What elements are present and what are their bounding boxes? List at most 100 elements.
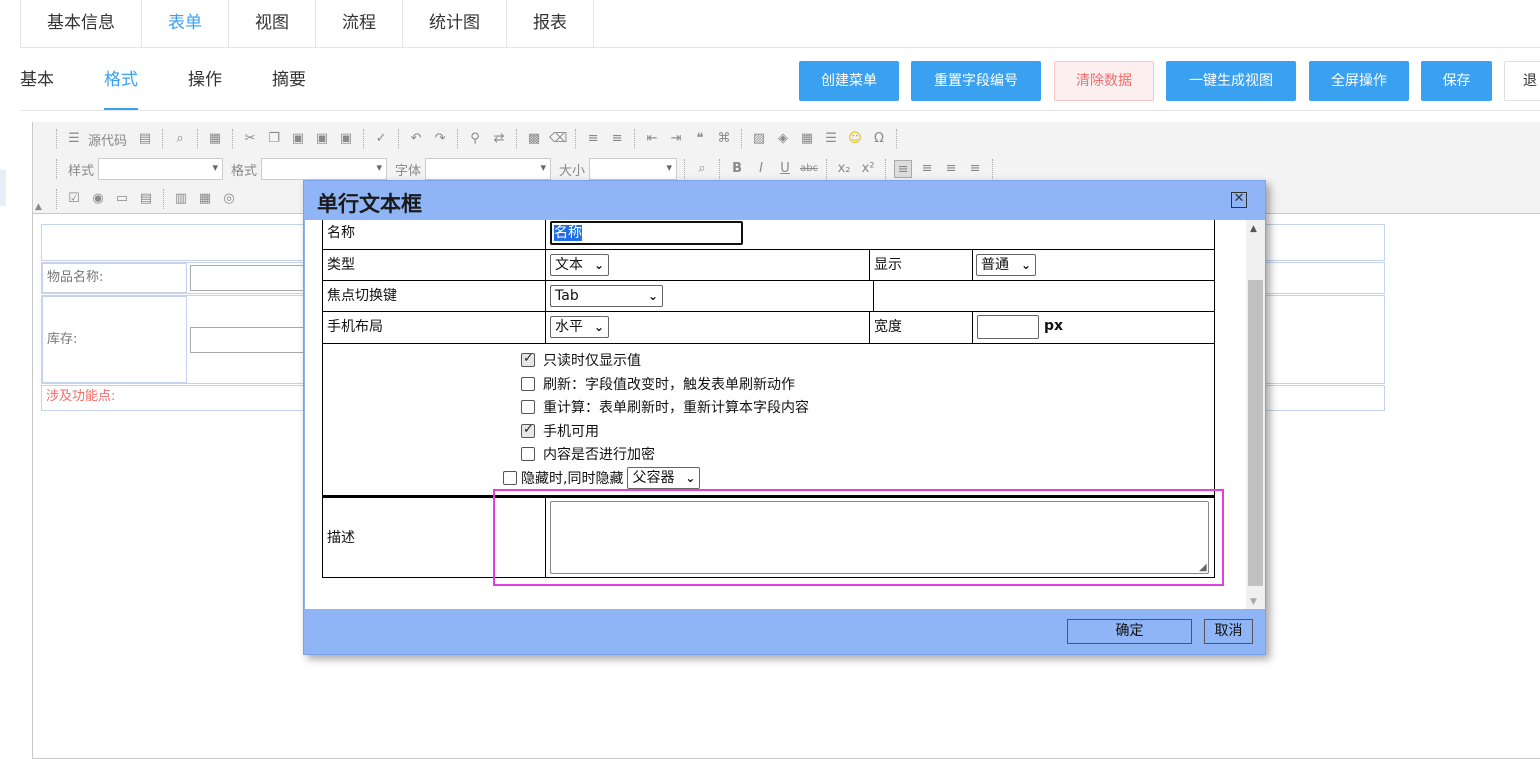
special-char-icon[interactable]: Ω [870,130,888,148]
width-input[interactable] [977,315,1039,339]
tab-report[interactable]: 报表 [506,0,594,48]
redo-icon[interactable]: ↷ [431,130,449,148]
source-code-icon[interactable]: ☰ [65,130,83,148]
option-hide-together[interactable]: 隐藏时,同时隐藏 父容器 ⌄ [503,467,701,489]
scroll-down-icon[interactable]: ▼ [1250,597,1257,607]
align-right-icon[interactable]: ≡ [942,160,960,178]
close-icon[interactable]: ✕ [1231,192,1247,208]
dialog-scrollbar[interactable]: ▲ ▼ [1246,220,1265,609]
spellcheck-icon[interactable]: ✓ [372,130,390,148]
size-label: 大小 [559,163,586,179]
div-container-icon[interactable]: ⌘ [715,130,733,148]
scroll-up-icon[interactable]: ▲ [1250,224,1257,234]
item-name-field[interactable] [190,265,310,291]
tab-chart[interactable]: 统计图 [402,0,507,48]
scrollbar-thumb[interactable] [1248,280,1263,586]
date-control-icon[interactable]: ▦ [196,190,214,208]
subtab-format[interactable]: 格式 [104,60,138,110]
eraser-icon[interactable]: ⌫ [549,130,567,148]
checkbox[interactable] [521,447,535,461]
style-select[interactable] [98,158,224,180]
strikethrough-icon[interactable]: abc [800,160,818,178]
option-readonly-display[interactable]: 只读时仅显示值 [521,349,641,371]
tab-form[interactable]: 表单 [141,0,229,48]
copy-icon[interactable]: ❐ [265,130,283,148]
focus-key-select[interactable]: Tab ⌄ [550,285,663,307]
size-select[interactable] [589,158,678,180]
paste-word-icon[interactable]: ▣ [337,130,355,148]
name-input[interactable]: 名称 [550,221,743,245]
bullet-list-icon[interactable]: ≡ [608,130,626,148]
generate-view-button[interactable]: 一键生成视图 [1166,61,1296,101]
exit-button[interactable]: 退 [1504,61,1540,101]
checkbox-control-icon[interactable]: ☑ [65,190,83,208]
list-control-icon[interactable]: ▥ [172,190,190,208]
display-select[interactable]: 普通 ⌄ [976,254,1036,276]
superscript-icon[interactable]: x² [859,160,877,178]
confirm-button[interactable]: 确定 [1067,619,1192,644]
image-icon[interactable]: ▨ [750,130,768,148]
mobile-layout-select[interactable]: 水平 ⌄ [550,316,609,338]
textarea-control-icon[interactable]: ▤ [137,190,155,208]
select-all-icon[interactable]: ▩ [525,130,543,148]
save-button[interactable]: 保存 [1421,61,1492,101]
source-code-button[interactable]: 源代码 [88,130,127,149]
option-encrypt[interactable]: 内容是否进行加密 [521,443,655,465]
macro-control-icon[interactable]: ◎ [220,190,238,208]
flash-icon[interactable]: ◈ [774,130,792,148]
toolbar-collapse-icon[interactable]: ▲ [35,202,42,212]
align-left-icon[interactable]: ≡ [894,160,913,178]
subscript-icon[interactable]: x₂ [835,160,853,178]
indent-icon[interactable]: ⇥ [667,130,685,148]
type-select[interactable]: 文本 ⌄ [550,254,609,276]
align-justify-icon[interactable]: ≡ [966,160,984,178]
create-menu-button[interactable]: 创建菜单 [799,61,899,101]
fullscreen-button[interactable]: 全屏操作 [1309,61,1409,101]
maximize-icon[interactable]: ⌕ [693,160,711,178]
preview-icon[interactable]: ⌕ [171,130,189,148]
find-icon[interactable]: ⚲ [466,130,484,148]
checkbox-checked[interactable] [521,422,535,438]
align-center-icon[interactable]: ≡ [918,160,936,178]
outdent-icon[interactable]: ⇤ [643,130,661,148]
font-select[interactable] [425,158,552,180]
replace-icon[interactable]: ⇄ [490,130,508,148]
tab-basic-info[interactable]: 基本信息 [20,0,142,48]
checkbox[interactable] [521,400,535,414]
smiley-icon[interactable]: ☺ [846,130,864,148]
bold-icon[interactable]: B [728,160,746,178]
textbox-control-icon[interactable]: ▭ [113,190,131,208]
subtab-operation[interactable]: 操作 [188,60,222,110]
checkbox[interactable] [521,377,535,391]
stock-field[interactable] [190,327,310,353]
cut-icon[interactable]: ✂ [241,130,259,148]
subtab-basic[interactable]: 基本 [20,60,54,110]
undo-icon[interactable]: ↶ [407,130,425,148]
option-recalculate[interactable]: 重计算：表单刷新时，重新计算本字段内容 [521,396,809,418]
blockquote-icon[interactable]: ❝ [691,130,709,148]
numbered-list-icon[interactable]: ≡ [584,130,602,148]
underline-icon[interactable]: U [776,160,794,178]
table-icon[interactable]: ▦ [798,130,816,148]
checkbox-checked[interactable] [521,351,535,367]
cancel-button[interactable]: 取消 [1204,619,1253,644]
subtab-summary[interactable]: 摘要 [272,60,306,110]
italic-icon[interactable]: I [752,160,770,178]
format-select[interactable] [261,158,388,180]
paste-icon[interactable]: ▣ [289,130,307,148]
description-textarea[interactable] [550,501,1209,574]
horizontal-rule-icon[interactable]: ☰ [822,130,840,148]
radio-control-icon[interactable]: ◉ [89,190,107,208]
hide-target-select[interactable]: 父容器 ⌄ [627,467,701,489]
option-refresh[interactable]: 刷新：字段值改变时，触发表单刷新动作 [521,373,795,395]
clear-data-button[interactable]: 清除数据 [1054,61,1154,101]
resize-handle-icon[interactable]: ◢ [1199,562,1207,573]
save-doc-icon[interactable]: ▤ [136,130,154,148]
checkbox[interactable] [503,471,517,485]
tab-view[interactable]: 视图 [228,0,316,48]
reset-field-number-button[interactable]: 重置字段编号 [911,61,1041,101]
tab-workflow[interactable]: 流程 [315,0,403,48]
paste-text-icon[interactable]: ▣ [313,130,331,148]
option-mobile-available[interactable]: 手机可用 [521,420,599,442]
template-icon[interactable]: ▦ [206,130,224,148]
